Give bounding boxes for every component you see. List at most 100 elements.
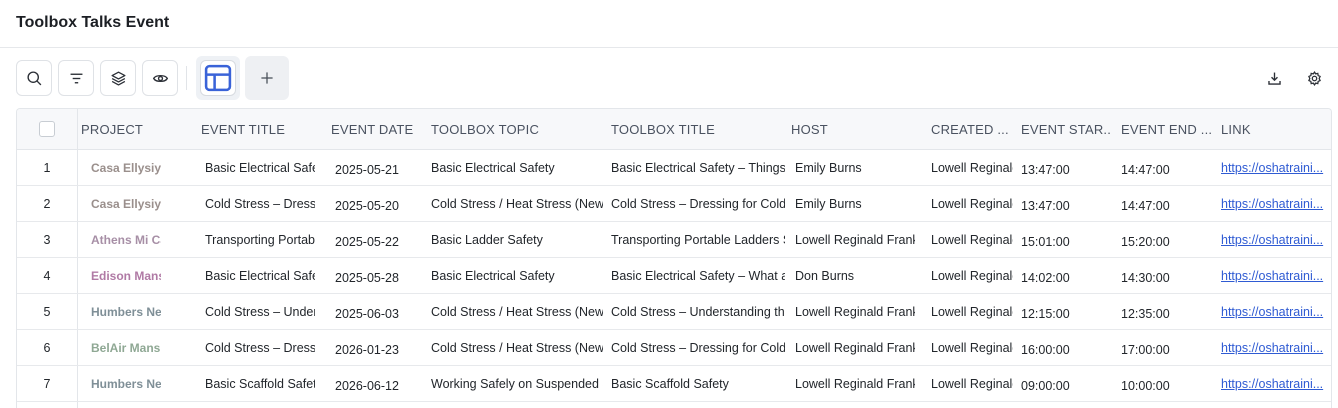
cell-toolbox-topic: Basic Electrical Safety <box>431 269 555 283</box>
column-header-toolbox-topic[interactable]: TOOLBOX TOPIC <box>431 109 601 150</box>
filter-button[interactable] <box>58 60 94 96</box>
cell-event-title: Basic Electrical Safety <box>205 161 315 175</box>
cell-event-end: 14:47:00 <box>1121 199 1170 213</box>
cell-event-start: 13:47:00 <box>1021 199 1070 213</box>
cell-created-by: Lowell Reginald <box>931 341 1013 355</box>
cell-host: Lowell Reginald Frankli <box>795 233 915 247</box>
cell-created-by: Lowell Reginald <box>931 269 1013 283</box>
cell-event-start: 14:02:00 <box>1021 271 1070 285</box>
cell-event-date: 2026-01-23 <box>335 343 399 357</box>
cell-created-by: Lowell Reginald <box>931 233 1013 247</box>
row-number: 2 <box>43 197 51 211</box>
cell-toolbox-topic: Basic Electrical Safety <box>431 161 555 175</box>
column-header-event-title[interactable]: EVENT TITLE <box>201 109 321 150</box>
cell-toolbox-topic: Cold Stress / Heat Stress (New fo <box>431 341 603 355</box>
cell-host: Don Burns <box>795 269 855 283</box>
cell-toolbox-title: Basic Scaffold Safety <box>611 377 729 391</box>
column-header-created[interactable]: CREATED ... <box>931 109 1013 150</box>
cell-created-by: Lowell Reginald <box>931 161 1013 175</box>
cell-toolbox-title: Transporting Portable Ladders Sa <box>611 233 785 247</box>
cell-toolbox-topic: Cold Stress / Heat Stress (New fo <box>431 305 603 319</box>
cell-created-by: Lowell Reginald <box>931 377 1013 391</box>
table-row[interactable]: 1 Casa Ellysiyun Basic Electrical Safety 20… <box>17 150 1331 186</box>
table-view-icon <box>204 64 232 92</box>
cell-host: Emily Burns <box>795 197 862 211</box>
add-view-button[interactable] <box>245 56 289 100</box>
cell-host: Lowell Reginald Frankli <box>795 377 915 391</box>
cell-toolbox-topic: Cold Stress / Heat Stress (New fo <box>431 197 603 211</box>
cell-link[interactable]: https://oshatraini... <box>1221 258 1327 294</box>
page-title: Toolbox Talks Event <box>16 14 170 31</box>
cell-toolbox-title: Basic Electrical Safety – Things to <box>611 161 785 175</box>
cell-project: Athens Mi Cas <box>91 233 161 247</box>
cell-project: Casa Ellysiyun <box>91 197 161 211</box>
cell-toolbox-title: Cold Stress – Dressing for Cold W <box>611 197 785 211</box>
cell-project: Humbers Ne <box>91 305 161 319</box>
cell-link[interactable]: https://oshatraini... <box>1221 150 1327 186</box>
search-button[interactable] <box>16 60 52 96</box>
cell-event-title: Basic Scaffold Safety <box>205 377 315 391</box>
settings-button[interactable] <box>1302 66 1326 90</box>
visibility-button[interactable] <box>142 60 178 96</box>
column-header-project[interactable]: PROJECT <box>81 109 191 150</box>
download-button[interactable] <box>1262 66 1286 90</box>
cell-project: Humbers Ne <box>91 377 161 391</box>
table-view-button[interactable] <box>196 56 240 100</box>
data-table: PROJECT EVENT TITLE EVENT DATE TOOLBOX T… <box>16 108 1332 408</box>
cell-event-date: 2025-05-28 <box>335 271 399 285</box>
column-header-event-end[interactable]: EVENT END ... <box>1121 109 1211 150</box>
cell-link[interactable]: https://oshatraini... <box>1221 366 1327 402</box>
table-row[interactable]: 6 BelAir Mansior Cold Stress – Dressing 202… <box>17 330 1331 366</box>
cell-event-start: 16:00:00 <box>1021 343 1070 357</box>
table-row[interactable]: 7 Humbers Ne Basic Scaffold Safety 2026-06-… <box>17 366 1331 402</box>
cell-event-title: Basic Electrical Safety <box>205 269 315 283</box>
cell-link[interactable]: https://oshatraini... <box>1221 186 1327 222</box>
cell-event-end: 14:47:00 <box>1121 163 1170 177</box>
search-icon <box>26 70 41 85</box>
cell-host: Lowell Reginald Frankli <box>795 341 915 355</box>
cell-event-title: Transporting Portable <box>205 233 315 247</box>
cell-event-title: Cold Stress – Dressing <box>205 197 315 211</box>
cell-event-end: 10:00:00 <box>1121 379 1170 393</box>
table-row[interactable]: 4 Edison Mansic Basic Electrical Safety 202… <box>17 258 1331 294</box>
cell-event-start: 13:47:00 <box>1021 163 1070 177</box>
cell-toolbox-title: Basic Electrical Safety – What are <box>611 269 785 283</box>
table-row[interactable]: 2 Casa Ellysiyun Cold Stress – Dressing 202… <box>17 186 1331 222</box>
row-number: 7 <box>43 377 51 391</box>
layers-icon <box>110 70 126 86</box>
cell-event-date: 2025-05-21 <box>335 163 399 177</box>
table-header: PROJECT EVENT TITLE EVENT DATE TOOLBOX T… <box>17 109 1331 150</box>
cell-link[interactable]: https://oshatraini... <box>1221 294 1327 330</box>
cell-link[interactable]: https://oshatraini... <box>1221 222 1327 258</box>
column-header-host[interactable]: HOST <box>791 109 921 150</box>
cell-event-title: Cold Stress – Unders <box>205 305 315 319</box>
cell-event-end: 12:35:00 <box>1121 307 1170 321</box>
cell-event-date: 2025-06-03 <box>335 307 399 321</box>
eye-icon <box>152 74 168 82</box>
cell-event-start: 09:00:00 <box>1021 379 1070 393</box>
toolbar <box>0 48 1338 108</box>
cell-event-date: 2025-05-20 <box>335 199 399 213</box>
cell-created-by: Lowell Reginald <box>931 197 1013 211</box>
select-all-checkbox[interactable] <box>39 121 55 137</box>
cell-link[interactable]: https://oshatraini... <box>1221 330 1327 366</box>
column-header-event-date[interactable]: EVENT DATE <box>331 109 423 150</box>
column-header-event-start[interactable]: EVENT STAR... <box>1021 109 1111 150</box>
column-header-toolbox-title[interactable]: TOOLBOX TITLE <box>611 109 781 150</box>
cell-host: Emily Burns <box>795 161 862 175</box>
cell-toolbox-title: Cold Stress – Understanding the <box>611 305 785 319</box>
table-row[interactable]: 3 Athens Mi Cas Transporting Portable 2025-… <box>17 222 1331 258</box>
cell-event-date: 2026-06-12 <box>335 379 399 393</box>
cell-host: Lowell Reginald Frankli <box>795 305 915 319</box>
plus-icon <box>261 72 273 84</box>
filter-icon <box>70 73 82 83</box>
cell-event-date: 2025-05-22 <box>335 235 399 249</box>
group-button[interactable] <box>100 60 136 96</box>
row-number: 5 <box>43 305 51 319</box>
cell-event-start: 15:01:00 <box>1021 235 1070 249</box>
table-view-button-inner[interactable] <box>200 60 236 96</box>
cell-event-end: 17:00:00 <box>1121 343 1170 357</box>
cell-event-title: Cold Stress – Dressing <box>205 341 315 355</box>
column-header-link[interactable]: LINK <box>1221 109 1321 150</box>
table-row[interactable]: 5 Humbers Ne Cold Stress – Unders 2025-06-0… <box>17 294 1331 330</box>
